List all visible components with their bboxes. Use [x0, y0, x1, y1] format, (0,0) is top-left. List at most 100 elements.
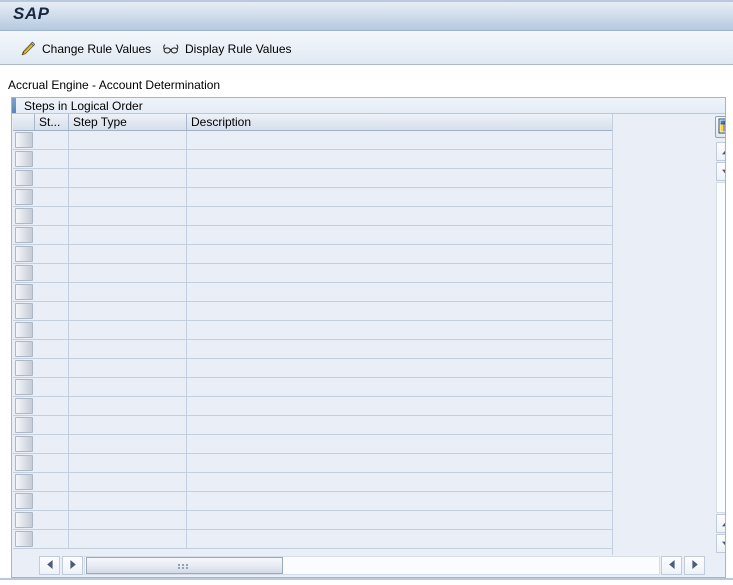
- row-select-button[interactable]: [15, 341, 33, 357]
- column-header-step[interactable]: St...: [35, 114, 69, 130]
- cell-step[interactable]: [35, 131, 69, 149]
- scroll-right-button[interactable]: [62, 556, 83, 575]
- cell-description[interactable]: [187, 321, 612, 339]
- horizontal-scrollbar-track[interactable]: [84, 556, 660, 575]
- row-select-button[interactable]: [15, 322, 33, 338]
- row-select-button[interactable]: [15, 379, 33, 395]
- cell-step[interactable]: [35, 321, 69, 339]
- cell-description[interactable]: [187, 283, 612, 301]
- cell-description[interactable]: [187, 359, 612, 377]
- scroll-down-button-bottom[interactable]: [716, 534, 725, 553]
- table-row[interactable]: [13, 416, 612, 435]
- cell-step-type[interactable]: [69, 188, 187, 206]
- cell-step-type[interactable]: [69, 131, 187, 149]
- cell-step-type[interactable]: [69, 340, 187, 358]
- cell-step-type[interactable]: [69, 283, 187, 301]
- cell-step[interactable]: [35, 150, 69, 168]
- cell-step[interactable]: [35, 226, 69, 244]
- cell-step-type[interactable]: [69, 226, 187, 244]
- table-row[interactable]: [13, 302, 612, 321]
- cell-step-type[interactable]: [69, 530, 187, 548]
- cell-description[interactable]: [187, 378, 612, 396]
- cell-step-type[interactable]: [69, 264, 187, 282]
- horizontal-scrollbar-thumb[interactable]: [86, 557, 283, 574]
- cell-description[interactable]: [187, 397, 612, 415]
- cell-step[interactable]: [35, 378, 69, 396]
- row-select-button[interactable]: [15, 246, 33, 262]
- table-row[interactable]: [13, 283, 612, 302]
- cell-step-type[interactable]: [69, 150, 187, 168]
- cell-step-type[interactable]: [69, 378, 187, 396]
- cell-description[interactable]: [187, 492, 612, 510]
- row-select-button[interactable]: [15, 170, 33, 186]
- cell-description[interactable]: [187, 169, 612, 187]
- table-row[interactable]: [13, 188, 612, 207]
- table-row[interactable]: [13, 150, 612, 169]
- scroll-up-button-top[interactable]: [716, 142, 725, 161]
- row-select-button[interactable]: [15, 474, 33, 490]
- cell-step[interactable]: [35, 188, 69, 206]
- cell-step-type[interactable]: [69, 454, 187, 472]
- cell-description[interactable]: [187, 511, 612, 529]
- cell-step[interactable]: [35, 511, 69, 529]
- cell-description[interactable]: [187, 473, 612, 491]
- column-header-step-type[interactable]: Step Type: [69, 114, 187, 130]
- row-select-button[interactable]: [15, 398, 33, 414]
- table-row[interactable]: [13, 511, 612, 530]
- cell-step[interactable]: [35, 397, 69, 415]
- table-settings-button[interactable]: [715, 116, 725, 138]
- row-select-button[interactable]: [15, 512, 33, 528]
- change-rule-values-button[interactable]: Change Rule Values: [12, 36, 158, 62]
- cell-step-type[interactable]: [69, 302, 187, 320]
- table-row[interactable]: [13, 530, 612, 549]
- cell-step-type[interactable]: [69, 492, 187, 510]
- table-row[interactable]: [13, 226, 612, 245]
- scroll-down-button-top[interactable]: [716, 162, 725, 181]
- cell-description[interactable]: [187, 245, 612, 263]
- cell-step[interactable]: [35, 283, 69, 301]
- cell-step[interactable]: [35, 473, 69, 491]
- table-row[interactable]: [13, 492, 612, 511]
- table-row[interactable]: [13, 340, 612, 359]
- row-select-button[interactable]: [15, 265, 33, 281]
- cell-step[interactable]: [35, 302, 69, 320]
- cell-step-type[interactable]: [69, 169, 187, 187]
- column-header-description[interactable]: Description: [187, 114, 612, 130]
- table-row[interactable]: [13, 359, 612, 378]
- cell-description[interactable]: [187, 131, 612, 149]
- table-row[interactable]: [13, 454, 612, 473]
- cell-description[interactable]: [187, 150, 612, 168]
- row-select-button[interactable]: [15, 151, 33, 167]
- cell-step[interactable]: [35, 435, 69, 453]
- cell-step[interactable]: [35, 359, 69, 377]
- row-select-button[interactable]: [15, 189, 33, 205]
- cell-description[interactable]: [187, 207, 612, 225]
- cell-step[interactable]: [35, 492, 69, 510]
- cell-step[interactable]: [35, 264, 69, 282]
- table-row[interactable]: [13, 378, 612, 397]
- row-select-button[interactable]: [15, 208, 33, 224]
- cell-description[interactable]: [187, 454, 612, 472]
- cell-step-type[interactable]: [69, 207, 187, 225]
- cell-step[interactable]: [35, 207, 69, 225]
- column-header-select[interactable]: [13, 114, 35, 130]
- scroll-up-button-bottom[interactable]: [716, 514, 725, 533]
- cell-description[interactable]: [187, 435, 612, 453]
- cell-step-type[interactable]: [69, 245, 187, 263]
- table-row[interactable]: [13, 245, 612, 264]
- cell-step-type[interactable]: [69, 359, 187, 377]
- table-row[interactable]: [13, 473, 612, 492]
- scroll-right-button-right[interactable]: [684, 556, 705, 575]
- cell-step-type[interactable]: [69, 511, 187, 529]
- cell-description[interactable]: [187, 416, 612, 434]
- cell-description[interactable]: [187, 340, 612, 358]
- row-select-button[interactable]: [15, 436, 33, 452]
- cell-step-type[interactable]: [69, 321, 187, 339]
- cell-step[interactable]: [35, 245, 69, 263]
- cell-step[interactable]: [35, 169, 69, 187]
- row-select-button[interactable]: [15, 455, 33, 471]
- cell-step-type[interactable]: [69, 416, 187, 434]
- row-select-button[interactable]: [15, 360, 33, 376]
- row-select-button[interactable]: [15, 417, 33, 433]
- cell-step[interactable]: [35, 416, 69, 434]
